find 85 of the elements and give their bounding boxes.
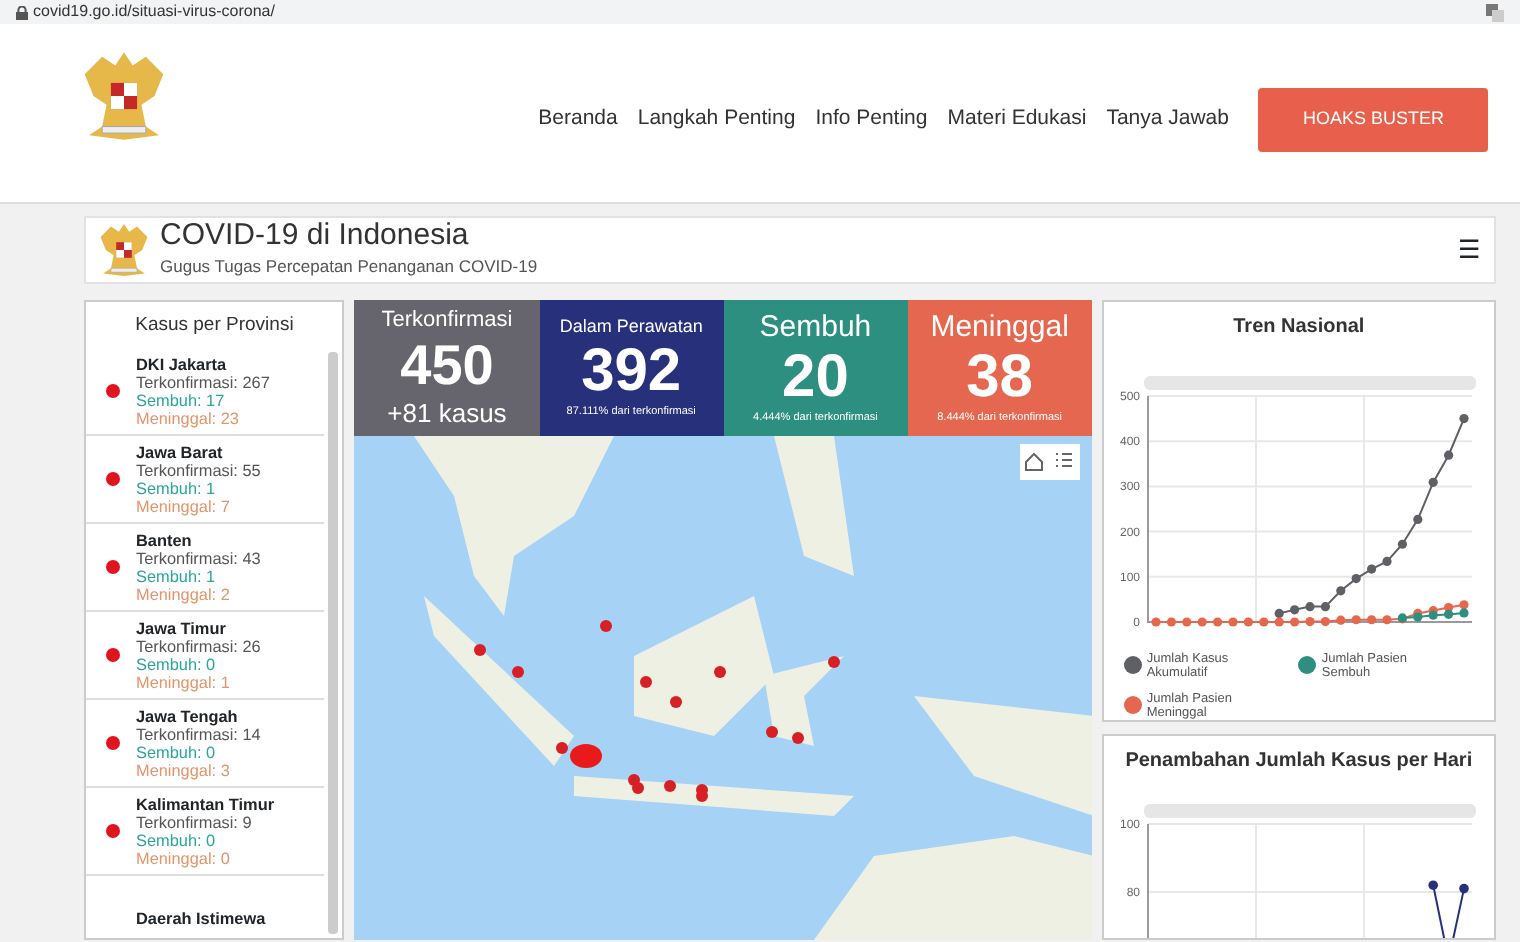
point — [1382, 556, 1392, 567]
death-count: Meninggal: 2 — [136, 585, 232, 604]
death-count: Meninggal: 1 — [136, 673, 232, 692]
stat-label: Sembuh — [759, 311, 872, 342]
point — [1289, 605, 1299, 615]
point — [1166, 617, 1176, 627]
chart-title: Tren Nasional — [1231, 314, 1367, 342]
point — [1305, 616, 1315, 627]
recovered-count: Sembuh: 0 — [136, 655, 218, 674]
stat-value: 392 — [581, 341, 682, 402]
point — [1335, 586, 1346, 596]
province-name: Kalimantan Timur — [136, 795, 275, 814]
point — [1412, 514, 1423, 524]
province-name: Banten — [136, 531, 194, 550]
point — [1335, 615, 1346, 625]
death-count: Meninggal: 0 — [136, 849, 232, 868]
point — [1181, 617, 1192, 627]
recovered-count: Sembuh: 17 — [136, 391, 227, 410]
stat-note: +81 kasus — [387, 400, 507, 426]
point — [1459, 600, 1469, 610]
province-name: DKI Jakarta — [136, 355, 229, 374]
province-item[interactable]: DKI Jakarta Terkonfirmasi: 267 Sembuh: 17 Meninggal: 23 — [86, 348, 325, 437]
recovered-count: Sembuh: 1 — [136, 567, 218, 586]
menu-icon[interactable]: ☰ — [1458, 237, 1482, 263]
province-name: Jawa Barat — [136, 443, 225, 462]
stat-value: 38 — [966, 347, 1033, 408]
point — [1366, 615, 1376, 625]
point — [1428, 477, 1438, 487]
point — [1366, 564, 1376, 574]
point — [1212, 617, 1222, 627]
confirmed-count: Terkonfirmasi: 9 — [136, 813, 254, 832]
province-name: Jawa Timur — [136, 619, 228, 638]
chart-title: Penambahan Jumlah Kasus per Hari — [1123, 748, 1475, 777]
point — [1459, 414, 1469, 424]
death-count: Meninggal: 3 — [136, 761, 232, 780]
point — [1243, 617, 1253, 627]
confirmed-count: Terkonfirmasi: 26 — [136, 637, 261, 656]
confirmed-count: Terkonfirmasi: 43 — [136, 549, 261, 568]
province-item[interactable]: Jawa Timur Terkonfirmasi: 26 Sembuh: 0 Meninggal: 1 — [86, 612, 325, 701]
point — [1305, 602, 1315, 612]
province-item[interactable]: Daerah Istimewa — [86, 876, 325, 938]
dashboard-title: COVID-19 di Indonesia — [160, 220, 471, 254]
url-text[interactable]: covid19.go.id/situasi-virus-corona/ — [33, 0, 1481, 24]
point — [1443, 450, 1453, 460]
recovered-count: Sembuh: 0 — [136, 743, 218, 762]
point — [1151, 617, 1161, 627]
point — [1289, 617, 1299, 627]
stat-value: 20 — [782, 347, 849, 408]
point — [1382, 615, 1392, 625]
point — [1351, 574, 1361, 584]
province-item[interactable]: Jawa Barat Terkonfirmasi: 55 Sembuh: 1 Meninggal: 7 — [86, 436, 325, 525]
point — [1320, 602, 1330, 612]
point — [1351, 615, 1361, 625]
recovered-count: Sembuh: 1 — [136, 479, 218, 498]
nav-link[interactable]: Beranda — [538, 103, 618, 136]
stat-label: Meninggal — [930, 311, 1069, 342]
death-count: Meninggal: 7 — [136, 497, 232, 516]
point — [1228, 617, 1238, 627]
province-name: Daerah Istimewa — [136, 910, 266, 929]
province-item[interactable]: Banten Terkonfirmasi: 43 Sembuh: 1 Meninggal: 2 — [86, 524, 325, 613]
point — [1320, 616, 1330, 627]
province-item[interactable]: Jawa Tengah Terkonfirmasi: 14 Sembuh: 0 Meninggal: 3 — [86, 700, 325, 789]
point — [1197, 617, 1207, 627]
confirmed-count: Terkonfirmasi: 267 — [136, 373, 270, 392]
confirmed-count: Terkonfirmasi: 55 — [136, 461, 261, 480]
point — [1459, 608, 1469, 618]
point — [1274, 608, 1284, 619]
nav-link[interactable]: Langkah Penting — [637, 103, 796, 136]
confirmed-count: Terkonfirmasi: 14 — [136, 725, 261, 744]
point — [1397, 539, 1407, 549]
point — [1274, 617, 1284, 627]
stat-value: 450 — [400, 338, 494, 394]
province-name: Jawa Tengah — [136, 707, 240, 726]
dashboard-subtitle: Gugus Tugas Percepatan Penanganan COVID-19 — [160, 253, 540, 280]
recovered-count: Sembuh: 0 — [136, 831, 218, 850]
province-item[interactable]: Kalimantan Timur Terkonfirmasi: 9 Sembuh: 0 Meninggal: 0 — [86, 788, 325, 877]
nav-link[interactable]: Tanya Jawab — [1106, 103, 1229, 136]
death-count: Meninggal: 23 — [136, 409, 241, 428]
stat-label: Terkonfirmasi — [381, 310, 513, 332]
stat-label: Dalam Perawatan — [559, 317, 703, 336]
panel-title: Kasus per Provinsi — [133, 312, 296, 340]
nav-link[interactable]: Info Penting — [815, 103, 928, 136]
point — [1443, 609, 1453, 619]
point — [1258, 617, 1269, 627]
nav-link[interactable]: Materi Edukasi — [947, 103, 1087, 136]
